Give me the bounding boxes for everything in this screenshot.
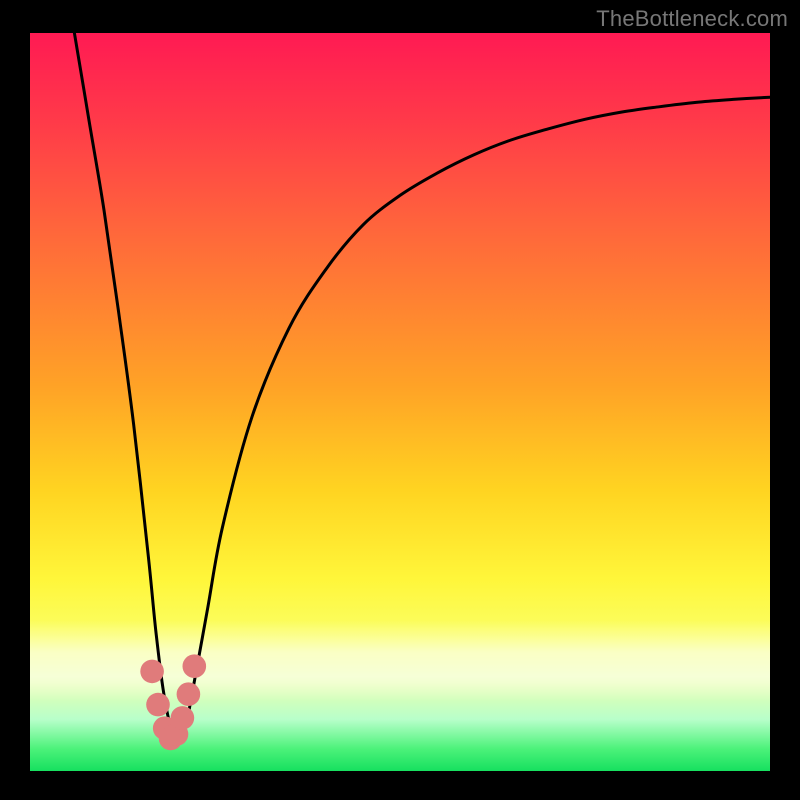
- watermark-text: TheBottleneck.com: [596, 6, 788, 32]
- dip-dot: [140, 660, 164, 684]
- dip-dot: [146, 693, 170, 717]
- chart-frame: [30, 33, 770, 771]
- chart-svg: [30, 33, 770, 771]
- dip-dot: [183, 654, 207, 678]
- dip-highlight-dots: [140, 654, 206, 750]
- dip-dot: [177, 682, 201, 706]
- bottleneck-curve-path: [74, 33, 770, 742]
- dip-dot: [171, 706, 195, 730]
